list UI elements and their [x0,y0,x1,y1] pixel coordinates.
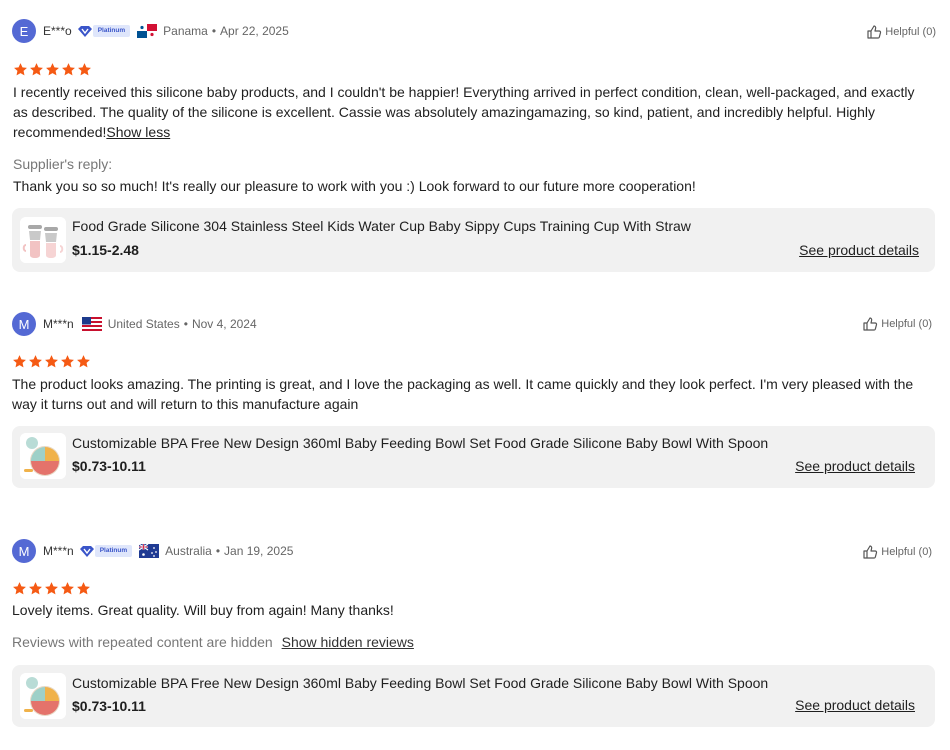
hidden-reviews-note: Reviews with repeated content are hidden [12,634,273,650]
star-icon [29,582,42,595]
review-date: Nov 4, 2024 [191,317,257,331]
product-price: $0.73-10.11 [72,698,146,714]
supplier-reply-label: Supplier's reply: [13,156,113,172]
australia-flag-icon [139,544,160,558]
review-text: I recently received this silicone baby p… [13,82,933,142]
product-price: $1.15-2.48 [72,242,139,258]
show-less-link[interactable]: Show less [106,124,170,140]
thumbs-up-icon [863,545,878,559]
star-icon [13,582,26,595]
product-card[interactable]: Customizable BPA Free New Design 360ml B… [12,665,935,727]
star-icon [78,63,91,76]
separator-dot: • [211,24,217,38]
product-title[interactable]: Customizable BPA Free New Design 360ml B… [72,675,768,691]
product-card[interactable]: Food Grade Silicone 304 Stainless Steel … [12,208,935,272]
see-product-details-link[interactable]: See product details [799,242,919,258]
star-icon [30,63,43,76]
separator-dot: • [215,544,221,558]
review-date: Apr 22, 2025 [220,24,289,38]
avatar: M [12,539,36,563]
thumbs-up-icon [863,317,878,331]
star-icon [13,355,26,368]
sippy-cup-icon [20,217,66,263]
star-icon [29,355,42,368]
review-date: Jan 19, 2025 [224,544,294,558]
star-icon [77,582,90,595]
helpful-button[interactable]: Helpful (0) [866,24,936,40]
product-title[interactable]: Customizable BPA Free New Design 360ml B… [72,435,768,451]
reviewer-country: United States [107,317,180,331]
product-price: $0.73-10.11 [72,458,146,474]
review-text: Lovely items. Great quality. Will buy fr… [12,602,394,618]
platinum-badge: Platinum [77,24,131,38]
star-icon [45,582,58,595]
helpful-button[interactable]: Helpful (0) [862,544,932,560]
helpful-label: Helpful (0) [881,546,932,558]
reviewer-name: E***o [43,24,72,38]
helpful-label: Helpful (0) [881,318,932,330]
star-icon [61,355,74,368]
helpful-label: Helpful (0) [885,26,936,38]
separator-dot: • [183,317,188,331]
star-icon [77,355,90,368]
bowl-set-icon [20,433,66,479]
show-hidden-reviews-link[interactable]: Show hidden reviews [282,634,414,650]
avatar: E [12,19,36,43]
diamond-icon [77,26,92,37]
star-icon [46,63,59,76]
star-rating [12,354,91,369]
product-card[interactable]: Customizable BPA Free New Design 360ml B… [12,426,935,488]
avatar: M [12,312,36,336]
hidden-reviews-row: Reviews with repeated content are hidden… [12,632,932,652]
product-title[interactable]: Food Grade Silicone 304 Stainless Steel … [72,218,691,234]
review-header: E E***o Platinum Panama • Apr 22, 2025 [12,19,289,43]
reviewer-name: M***n [43,544,74,558]
review-header: M M***n Platinum Australia • Jan 19, 202… [12,539,293,563]
star-rating [12,581,91,596]
star-icon [61,582,74,595]
reviewer-country: Panama [163,24,208,38]
thumbs-up-icon [867,25,882,39]
star-icon [14,63,27,76]
panama-flag-icon [137,24,158,38]
star-icon [62,63,75,76]
diamond-icon [79,546,94,557]
star-icon [45,355,58,368]
bowl-set-icon [20,673,66,719]
us-flag-icon [81,317,102,331]
see-product-details-link[interactable]: See product details [795,458,915,474]
helpful-button[interactable]: Helpful (0) [862,316,932,332]
review-text: The product looks amazing. The printing … [12,376,914,412]
reviewer-name: M***n [43,317,74,331]
badge-label: Platinum [94,545,133,557]
supplier-reply-text: Thank you so so much! It's really our pl… [13,178,696,194]
review-header: M M***n United States • Nov 4, 2024 [12,312,257,336]
see-product-details-link[interactable]: See product details [795,697,915,713]
platinum-badge: Platinum [79,544,133,558]
star-rating [13,62,92,77]
reviewer-country: Australia [165,544,212,558]
badge-label: Platinum [92,25,131,37]
